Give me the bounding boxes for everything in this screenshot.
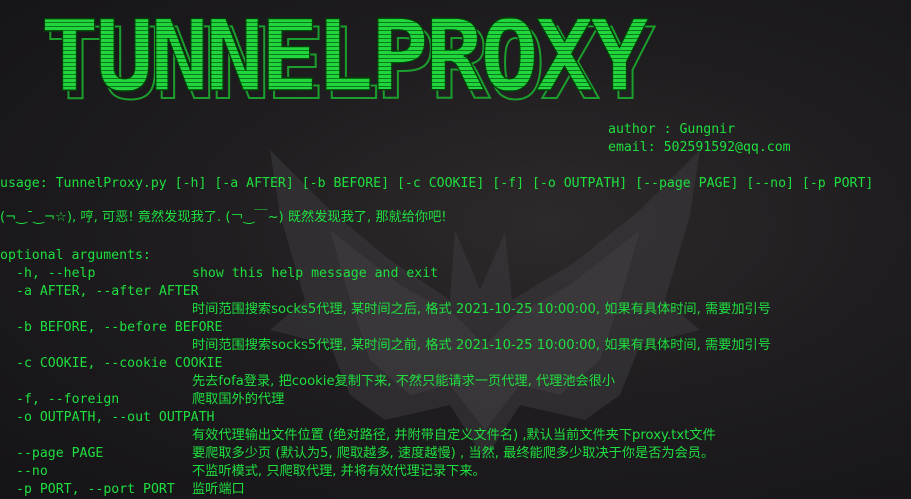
option-before-desc: 时间范围搜索socks5代理, 某时间之前, 格式 2021-10-25 10:… (192, 338, 771, 353)
option-no-desc: 不监听模式, 只爬取代理, 并将有效代理记录下来。 (192, 464, 486, 479)
banner-title: TUNNELPROXY (40, 6, 649, 114)
option-out-desc: 有效代理输出文件位置 (绝对路径, 并附带自定义文件名) ,默认当前文件夹下pr… (192, 428, 716, 443)
option-page-flag: --page PAGE (16, 446, 104, 461)
option-cookie-flag: -c COOKIE, --cookie COOKIE (16, 356, 223, 371)
author-label: author : Gungnir (608, 122, 736, 137)
option-no-flag: --no (16, 464, 48, 479)
optional-arguments-header: optional arguments: (0, 248, 151, 263)
option-foreign-desc: 爬取国外的代理 (192, 392, 285, 407)
option-cookie-desc: 先去fofa登录, 把cookie复制下来, 不然只能请求一页代理, 代理池会很… (192, 374, 616, 389)
option-out-flag: -o OUTPATH, --out OUTPATH (16, 410, 215, 425)
option-after-desc: 时间范围搜索socks5代理, 某时间之后, 格式 2021-10-25 10:… (192, 302, 771, 317)
usage-line: usage: TunnelProxy.py [-h] [-a AFTER] [-… (0, 176, 874, 191)
option-help-flag: -h, --help (16, 266, 96, 281)
option-help-desc: show this help message and exit (192, 266, 439, 281)
option-port-desc: 监听端口 (192, 482, 245, 497)
taunt-line: (¬‿¯‿¬☆), 哼, 可恶! 竟然发现我了. (￢‿￣~) 既然发现我了, … (0, 210, 447, 225)
option-foreign-flag: -f, --foreign (16, 392, 120, 407)
tunnelproxy-banner: TUNNELPROXY TUNNELPROXY (39, 6, 660, 116)
option-port-flag: -p PORT, --port PORT (16, 482, 175, 497)
terminal-window: TUNNELPROXY TUNNELPROXY author : Gungnir… (0, 0, 911, 499)
option-after-flag: -a AFTER, --after AFTER (16, 284, 199, 299)
option-page-desc: 要爬取多少页 (默认为5, 爬取越多, 速度越慢) , 当然, 最终能爬多少取决… (192, 446, 715, 461)
option-before-flag: -b BEFORE, --before BEFORE (16, 320, 223, 335)
email-label: email: 502591592@qq.com (608, 140, 791, 155)
